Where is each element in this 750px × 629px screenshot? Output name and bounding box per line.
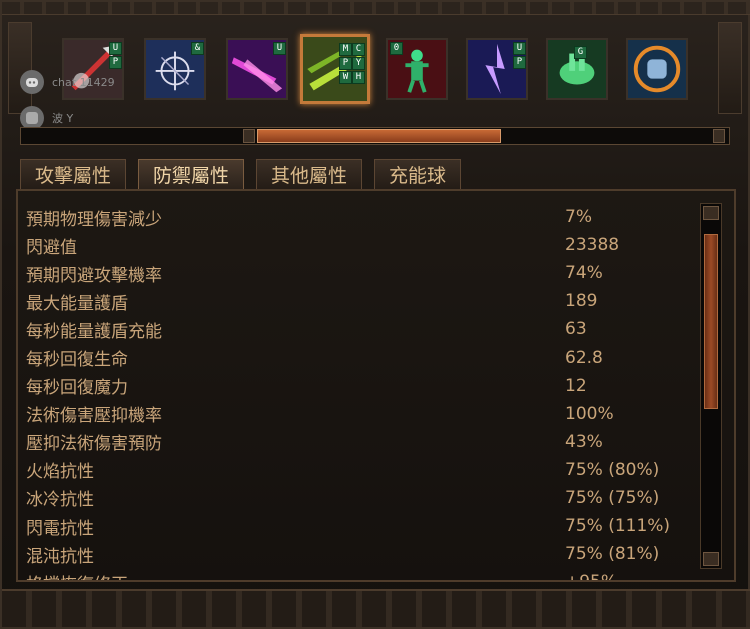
right-ornament (718, 22, 742, 114)
stat-value: 12 (565, 375, 587, 396)
stat-row: 格擋恢復修正+95% (26, 568, 686, 580)
skill-tag: Y (352, 57, 365, 70)
skill-tag: C (352, 43, 365, 56)
stat-value: 75% (80%) (565, 459, 660, 480)
skill-slot-8[interactable] (626, 38, 688, 100)
stat-value: 75% (75%) (565, 487, 660, 508)
stat-row: 預期物理傷害減少 7% (26, 203, 686, 231)
skill-tag: H (352, 71, 365, 84)
skill-tags: U P (513, 42, 526, 69)
skill-tag: P (109, 56, 122, 69)
stat-label: 混沌抗性 (26, 546, 94, 567)
stat-label: 每秒能量護盾充能 (26, 321, 162, 342)
stat-value: 7% (565, 207, 592, 228)
stat-value: 23388 (565, 235, 620, 256)
skill-tag: P (339, 57, 352, 70)
stat-label: 壓抑法術傷害預防 (26, 434, 162, 455)
skill-tag: M (339, 43, 352, 56)
stat-row: 法術傷害壓抑機率 100% (26, 400, 686, 428)
tab-charges[interactable]: 充能球 (374, 159, 462, 189)
stats-list: 預期物理傷害減少 7% 閃避值 23388 預期閃避攻擊機率 74% 最大能量護盾 189 每秒… (26, 203, 686, 580)
top-trim (2, 2, 750, 15)
stats-tabs: 攻擊屬性 防禦屬性 其他屬性 充能球 (20, 159, 462, 189)
stat-value: 75% (81%) (565, 544, 660, 565)
chat-username: chat 11429 (52, 75, 115, 89)
skill-slot-6[interactable]: U P (466, 38, 528, 100)
skill-tag: 0 (390, 42, 403, 55)
stat-label: 最大能量護盾 (26, 293, 128, 314)
skill-tags: U (273, 42, 286, 55)
stat-row: 混沌抗性 75% (81%) (26, 540, 686, 568)
stat-label: 格擋恢復修正 (26, 570, 566, 580)
fist-ring-skill-icon (628, 40, 686, 98)
stat-label: 預期物理傷害減少 (26, 209, 162, 230)
stat-row: 最大能量護盾 189 (26, 287, 686, 315)
left-ornament (8, 22, 32, 114)
skill-tags: M C P Y W H (339, 43, 365, 84)
stat-label: 閃電抗性 (26, 518, 94, 539)
scrollbar[interactable] (700, 203, 722, 569)
stats-panel: 預期物理傷害減少 7% 閃避值 23388 預期閃避攻擊機率 74% 最大能量護盾 189 每秒… (16, 189, 736, 582)
skill-tag: U (273, 42, 286, 55)
tab-defense[interactable]: 防禦屬性 (138, 159, 245, 189)
bar-cap-right (713, 129, 725, 143)
stat-value: 100% (565, 403, 614, 424)
skill-bar: U P & U M C P Y W H 0 U P G (50, 28, 710, 118)
stat-label: 法術傷害壓抑機率 (26, 406, 162, 427)
stats-window: U P & U M C P Y W H 0 U P G chat 11429 波… (0, 0, 750, 629)
skill-tag: & (191, 42, 204, 55)
stat-row: 壓抑法術傷害預防 43% (26, 428, 686, 456)
stat-row: 火焰抗性 75% (80%) (26, 456, 686, 484)
stat-value: 75% (111%) (565, 516, 671, 537)
skill-slot-7[interactable]: G (546, 38, 608, 100)
skill-tag: P (513, 56, 526, 69)
stat-label: 預期閃避攻擊機率 (26, 265, 162, 286)
stat-value: 74% (565, 263, 603, 284)
skill-tag: U (109, 42, 122, 55)
skill-tags: & (191, 42, 204, 55)
stat-row: 閃避值 23388 (26, 231, 686, 259)
tab-misc[interactable]: 其他屬性 (256, 159, 363, 189)
skill-slot-5[interactable]: 0 (386, 38, 448, 100)
stat-row: 閃電抗性 75% (111%) (26, 512, 686, 540)
stat-label: 每秒回復魔力 (26, 378, 128, 399)
stat-value: 62.8 (565, 347, 603, 368)
chat-message: 波 Y (52, 112, 74, 125)
stat-label: 閃避值 (26, 237, 77, 258)
stat-row: 每秒能量護盾充能 63 (26, 315, 686, 343)
stat-label: 冰冷抗性 (26, 490, 94, 511)
stat-row: 每秒回復魔力 12 (26, 372, 686, 400)
stat-label: 每秒回復生命 (26, 350, 128, 371)
stat-row: 預期閃避攻擊機率 74% (26, 259, 686, 287)
experience-fill (257, 129, 501, 143)
skill-tag: G (574, 46, 587, 59)
stat-label: 火焰抗性 (26, 462, 94, 483)
stat-row: 冰冷抗性 75% (75%) (26, 484, 686, 512)
skill-slot-3[interactable]: U (226, 38, 288, 100)
skill-slot-4-active[interactable]: M C P Y W H (300, 34, 370, 104)
scroll-down-button[interactable] (703, 552, 719, 566)
stat-row: 每秒回復生命 62.8 (26, 343, 686, 371)
stat-value: +95% (565, 572, 617, 580)
bar-cap-left (243, 129, 255, 143)
skill-slot-2[interactable]: & (144, 38, 206, 100)
scroll-thumb[interactable] (704, 234, 718, 409)
stat-value: 43% (565, 431, 603, 452)
stat-value: 63 (565, 319, 587, 340)
skill-tags: U P (109, 42, 122, 69)
discord-avatar-icon (20, 70, 44, 94)
stat-value: 189 (565, 291, 598, 312)
experience-bar (20, 127, 730, 145)
bottom-trim (2, 589, 750, 627)
skill-tag: W (339, 71, 352, 84)
chat-row-1: chat 11429 (20, 70, 115, 94)
scroll-up-button[interactable] (703, 206, 719, 220)
skill-tag: U (513, 42, 526, 55)
tab-offense[interactable]: 攻擊屬性 (20, 159, 127, 189)
